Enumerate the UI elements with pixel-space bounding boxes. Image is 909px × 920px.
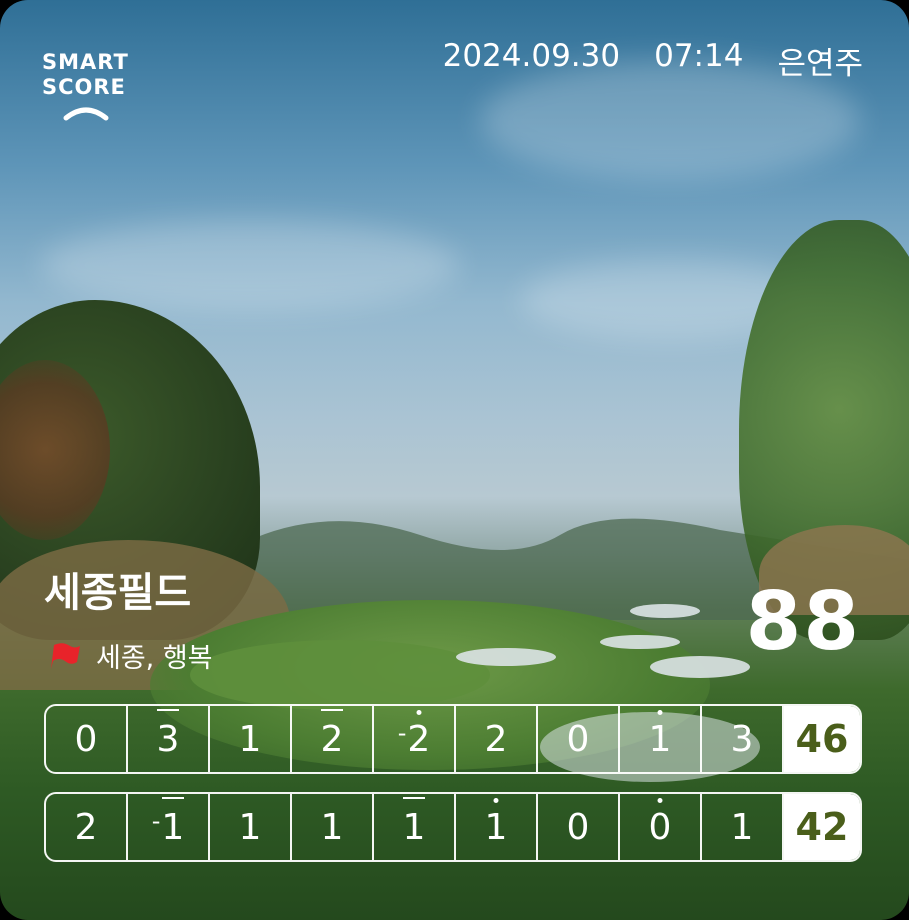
logo-swoosh-icon <box>63 107 109 121</box>
hole-score-value: 1 <box>238 806 262 848</box>
hole-score-cell: 2 <box>292 706 374 772</box>
hole-score-value: 0 <box>566 718 590 760</box>
smart-score-logo: SMART SCORE <box>42 50 142 124</box>
hole-score-cell: 2 <box>46 794 128 860</box>
hole-score-cell: 0 <box>620 794 702 860</box>
total-score: 88 <box>745 575 861 668</box>
score-bar-mark <box>321 708 343 711</box>
hole-score-cell: 1 <box>292 794 374 860</box>
hole-score-cell: 1 <box>374 794 456 860</box>
logo-line1: SMART <box>42 50 129 74</box>
hole-score-cell: 1 <box>456 794 538 860</box>
hole-score-value: 0 <box>566 806 590 848</box>
score-bar-mark <box>161 796 184 799</box>
sand-bunker <box>650 656 750 678</box>
hole-score-value: 1 <box>403 796 425 848</box>
hole-score-cell: 3 <box>128 706 210 772</box>
hole-score-value: 1 <box>320 806 344 848</box>
course-location-text: 세종, 행복 <box>96 643 213 674</box>
round-meta: 2024.09.30 07:14 은연주 <box>443 38 863 83</box>
hole-score-cell: 0 <box>46 706 128 772</box>
putting-green <box>190 640 490 710</box>
score-bar-mark <box>403 796 425 799</box>
score-dot-mark <box>657 797 663 803</box>
front-nine-row: 0 3 1 2-2 2 0 1 3 46 <box>44 704 862 774</box>
course-location: 세종, 행복 <box>48 636 213 675</box>
score-dot-mark <box>416 709 422 715</box>
hole-score-value: 3 <box>730 718 754 760</box>
hole-score-cell: -1 <box>128 794 210 860</box>
hole-score-cell: 1 <box>210 706 292 772</box>
sand-bunker <box>630 604 700 618</box>
hole-score-cell: 1 <box>620 706 702 772</box>
hole-score-value: 2 <box>321 708 343 760</box>
back-nine-row: 2-1 1 1 1 1 0 0 1 42 <box>44 792 862 862</box>
hole-score-cell: 1 <box>702 794 784 860</box>
hole-score-value: 1 <box>485 797 507 848</box>
score-bar-mark <box>157 708 179 711</box>
hole-score-value: 1 <box>730 806 754 848</box>
hole-score-value: 2 <box>74 806 98 848</box>
hole-score-sign: - <box>151 807 161 835</box>
player-name: 은연주 <box>777 46 863 82</box>
hole-score-value: 3 <box>157 708 179 760</box>
hole-score-value: 1 <box>161 796 184 848</box>
hole-score-cell: 0 <box>538 794 620 860</box>
flag-icon <box>51 642 80 669</box>
logo-line2: SCORE <box>42 75 126 99</box>
hole-score-cell: 0 <box>538 706 620 772</box>
hole-score-value: 1 <box>649 709 671 760</box>
score-card: SMART SCORE 2024.09.30 07:14 은연주 세종필드 세종… <box>0 0 909 920</box>
hole-score-cell: -2 <box>374 706 456 772</box>
sand-bunker <box>600 635 680 649</box>
hole-score-cell: 2 <box>456 706 538 772</box>
nine-subtotal: 46 <box>784 706 860 772</box>
course-name: 세종필드 <box>44 570 192 616</box>
hole-score-cell: 1 <box>210 794 292 860</box>
round-time: 07:14 <box>654 38 744 74</box>
score-dot-mark <box>493 797 499 803</box>
hole-score-value: 1 <box>238 718 262 760</box>
hole-score-value: 2 <box>407 709 430 760</box>
hole-score-value: 2 <box>484 718 508 760</box>
sky-cloud <box>40 220 460 310</box>
round-date: 2024.09.30 <box>442 38 621 74</box>
nine-subtotal: 42 <box>784 794 860 860</box>
score-dot-mark <box>657 709 663 715</box>
sand-bunker <box>456 648 556 666</box>
hole-score-sign: - <box>397 719 407 747</box>
hole-score-cell: 3 <box>702 706 784 772</box>
hole-score-value: 0 <box>649 797 671 848</box>
hole-score-value: 0 <box>74 718 98 760</box>
